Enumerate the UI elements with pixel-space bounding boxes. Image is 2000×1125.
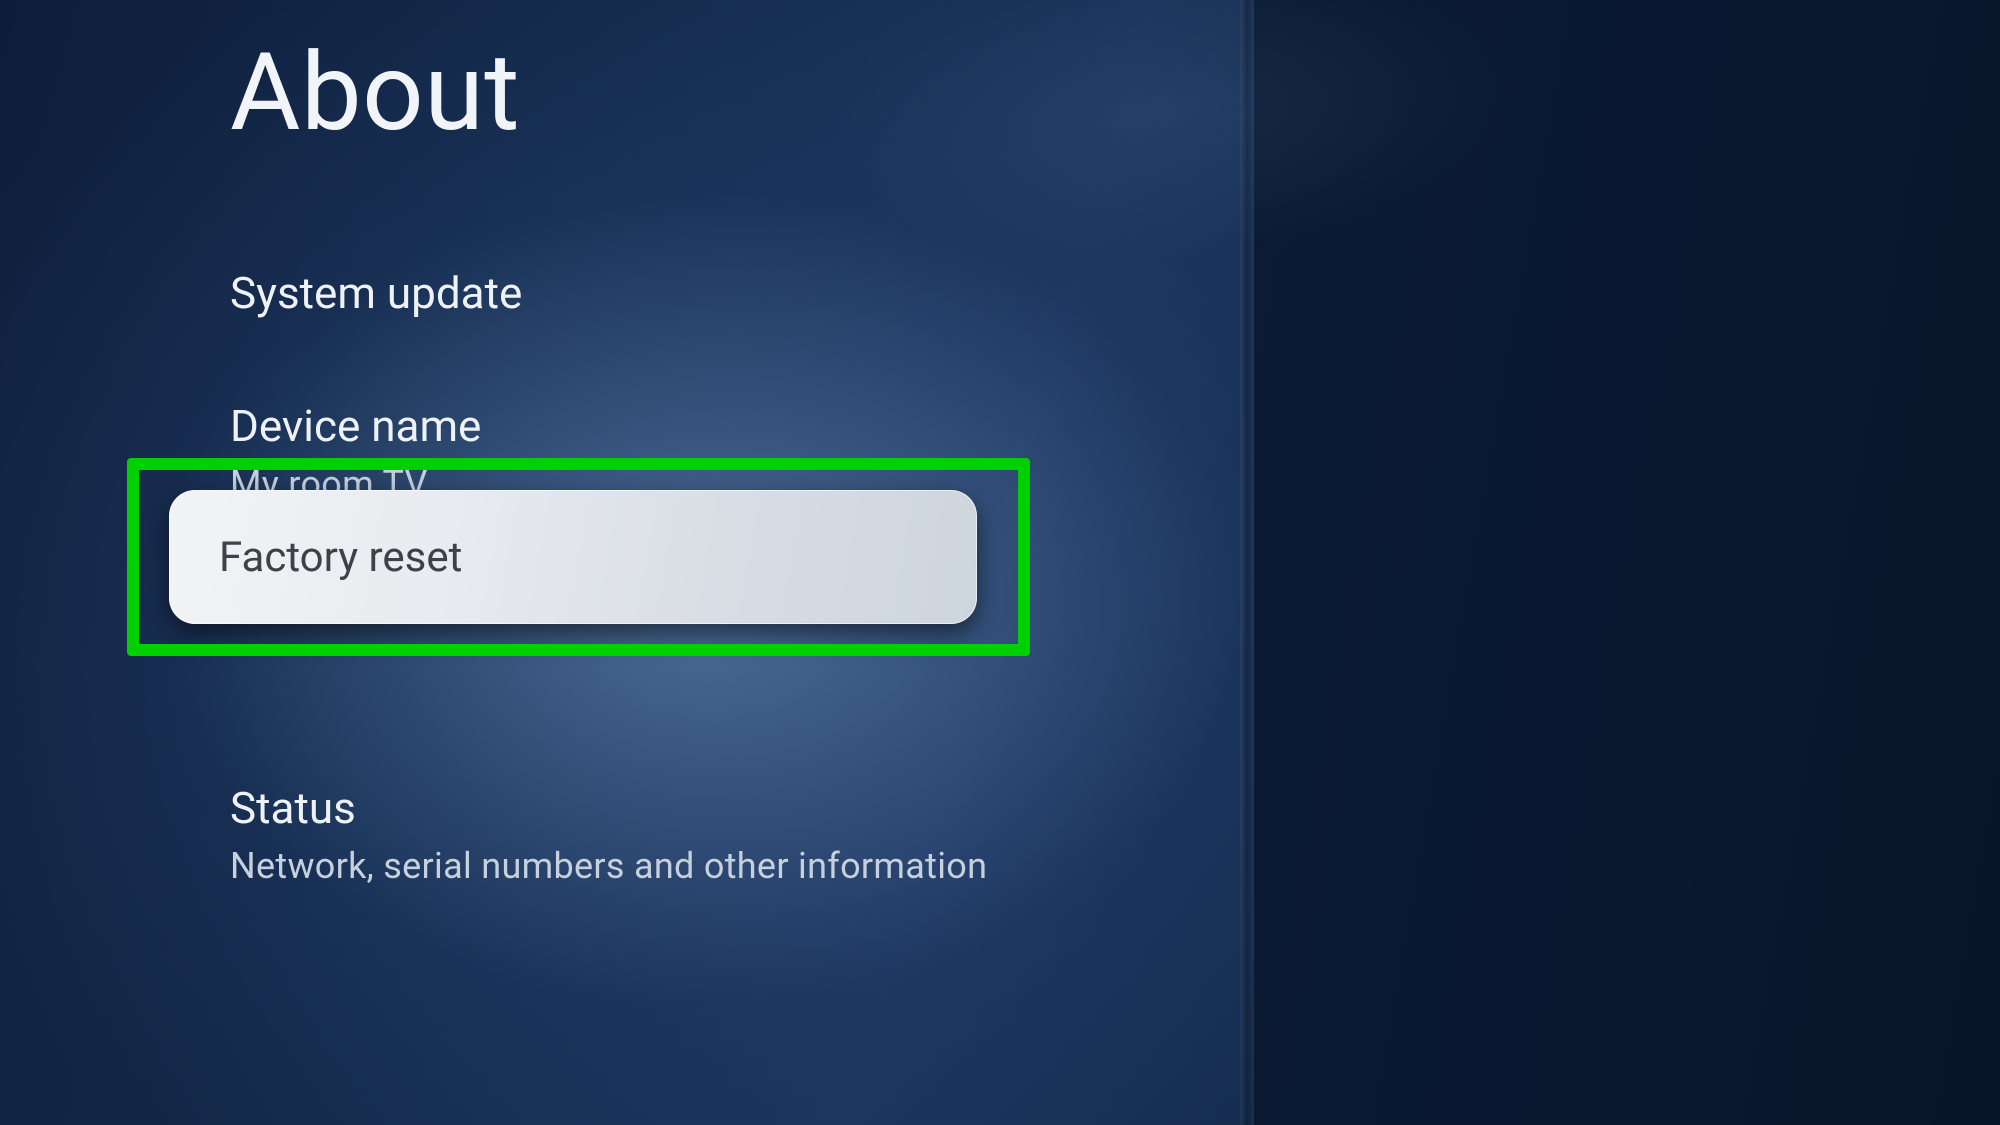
menu-item-title: Device name <box>230 399 2000 454</box>
menu-item-system-update[interactable]: System update <box>230 266 2000 321</box>
menu-item-subtitle: Network, serial numbers and other inform… <box>230 844 2000 889</box>
annotation-highlight <box>127 458 1030 656</box>
settings-about-screen: About System update Device name My room … <box>0 0 2000 1125</box>
menu-item-title: System update <box>230 266 2000 321</box>
menu-item-status[interactable]: Status Network, serial numbers and other… <box>230 781 2000 889</box>
menu-item-title: Status <box>230 781 2000 836</box>
page-title: About <box>230 30 2000 156</box>
